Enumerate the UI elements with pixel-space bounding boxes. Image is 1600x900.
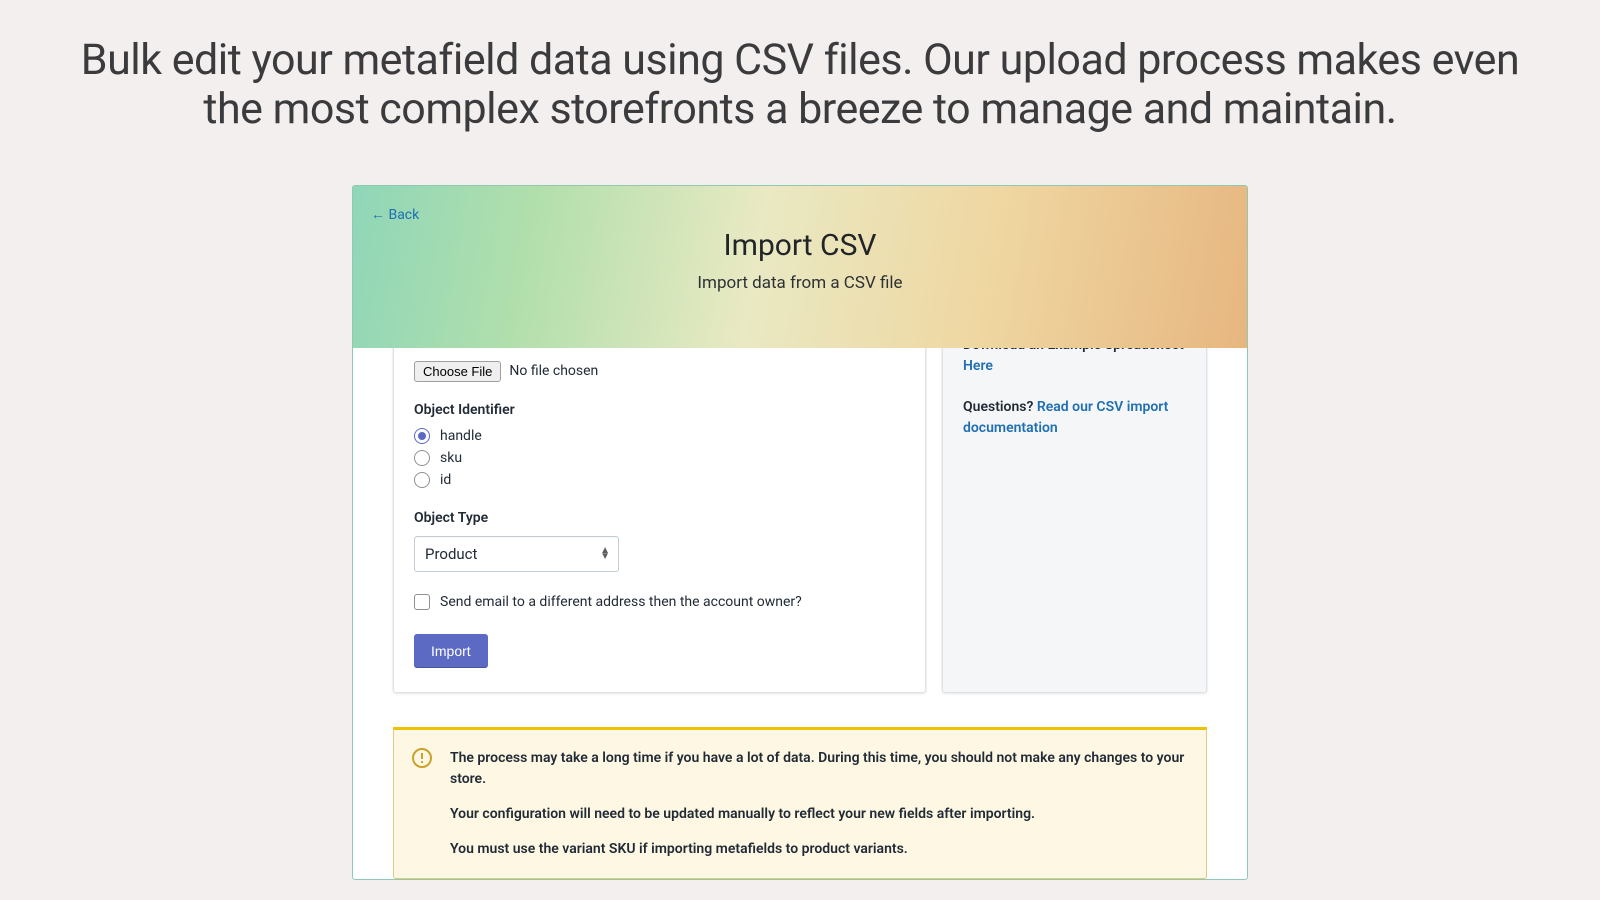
email-checkbox[interactable]: Send email to a different address then t…: [414, 594, 905, 610]
questions-line: Questions? Read our CSV import documenta…: [963, 397, 1186, 439]
radio-sku[interactable]: sku: [414, 450, 905, 466]
radio-id[interactable]: id: [414, 472, 905, 488]
panel-subtitle: Import data from a CSV file: [353, 273, 1247, 293]
panel-header: ← Back Import CSV Import data from a CSV…: [353, 186, 1247, 348]
warning-line-1: The process may take a long time if you …: [450, 748, 1186, 790]
download-here-link[interactable]: Here: [963, 358, 993, 374]
warning-line-2: Your configuration will need to be updat…: [450, 804, 1186, 825]
object-type-label: Object Type: [414, 510, 905, 526]
radio-icon: [414, 472, 430, 488]
chevron-updown-icon: ▲▼: [600, 548, 610, 560]
select-value: Product: [425, 545, 477, 563]
object-identifier-label: Object Identifier: [414, 402, 905, 418]
warning-line-3: You must use the variant SKU if importin…: [450, 839, 1186, 860]
checkbox-label: Send email to a different address then t…: [440, 594, 802, 610]
content-row: CSV File Choose File No file chosen Obje…: [353, 312, 1247, 727]
radio-handle[interactable]: handle: [414, 428, 905, 444]
import-button[interactable]: Import: [414, 634, 488, 668]
checkbox-icon: [414, 594, 430, 610]
panel-title: Import CSV: [353, 228, 1247, 263]
object-identifier-group: handle sku id: [414, 428, 905, 488]
radio-label: handle: [440, 428, 482, 444]
sidebar-card: Download an Example Spreadsheet Here Que…: [942, 312, 1207, 693]
hero-section: Bulk edit your metafield data using CSV …: [0, 0, 1600, 155]
choose-file-button[interactable]: Choose File: [414, 361, 501, 382]
file-input-row: Choose File No file chosen: [414, 361, 905, 382]
radio-label: id: [440, 472, 451, 488]
radio-icon: [414, 428, 430, 444]
warning-banner: The process may take a long time if you …: [393, 727, 1207, 879]
file-status-text: No file chosen: [509, 363, 598, 379]
object-type-select[interactable]: Product ▲▼: [414, 536, 619, 572]
import-panel: ← Back Import CSV Import data from a CSV…: [352, 185, 1248, 880]
form-card: CSV File Choose File No file chosen Obje…: [393, 312, 926, 693]
questions-label: Questions?: [963, 399, 1037, 415]
warning-icon: [412, 748, 432, 768]
back-link[interactable]: ← Back: [371, 206, 419, 223]
radio-label: sku: [440, 450, 462, 466]
hero-headline: Bulk edit your metafield data using CSV …: [80, 36, 1520, 135]
radio-icon: [414, 450, 430, 466]
